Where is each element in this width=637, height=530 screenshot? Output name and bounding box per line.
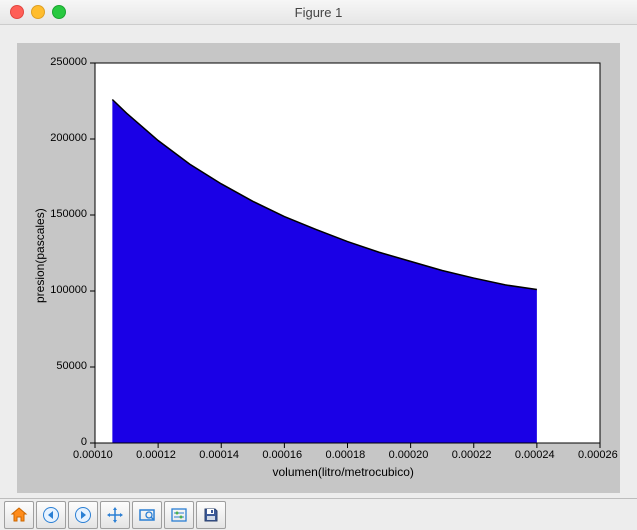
forward-button[interactable] (68, 501, 98, 529)
y-tick-label: 50000 (37, 360, 87, 372)
back-button[interactable] (36, 501, 66, 529)
zoom-rect-icon (138, 506, 156, 524)
x-axis-label: volumen(litro/metrocubico) (273, 465, 414, 479)
y-tick-label: 200000 (37, 132, 87, 144)
minimize-icon[interactable] (31, 5, 45, 19)
save-button[interactable] (196, 501, 226, 529)
chart-plot (17, 43, 620, 493)
x-tick-label: 0.00026 (578, 449, 618, 461)
x-tick-label: 0.00018 (326, 449, 366, 461)
window-title: Figure 1 (0, 5, 637, 20)
sliders-icon (170, 506, 188, 524)
zoom-icon[interactable] (52, 5, 66, 19)
subplots-button[interactable] (164, 501, 194, 529)
x-tick-label: 0.00024 (515, 449, 555, 461)
x-tick-label: 0.00020 (389, 449, 429, 461)
y-tick-label: 0 (37, 436, 87, 448)
arrow-left-icon (42, 506, 60, 524)
x-tick-label: 0.00012 (136, 449, 176, 461)
pan-button[interactable] (100, 501, 130, 529)
save-icon (202, 506, 220, 524)
move-icon (106, 506, 124, 524)
x-tick-label: 0.00022 (452, 449, 492, 461)
arrow-right-icon (74, 506, 92, 524)
close-icon[interactable] (10, 5, 24, 19)
home-button[interactable] (4, 501, 34, 529)
figure-canvas: 0.00010 0.00012 0.00014 0.00016 0.00018 0.000… (17, 43, 620, 493)
x-tick-label: 0.00014 (199, 449, 239, 461)
toolbar (0, 498, 637, 530)
zoom-button[interactable] (132, 501, 162, 529)
x-tick-label: 0.00016 (262, 449, 302, 461)
y-tick-label: 250000 (37, 56, 87, 68)
home-icon (10, 506, 28, 524)
window-controls (10, 5, 66, 19)
titlebar: Figure 1 (0, 0, 637, 25)
x-tick-label: 0.00010 (73, 449, 113, 461)
y-axis-label: presion(pascales) (33, 208, 47, 303)
